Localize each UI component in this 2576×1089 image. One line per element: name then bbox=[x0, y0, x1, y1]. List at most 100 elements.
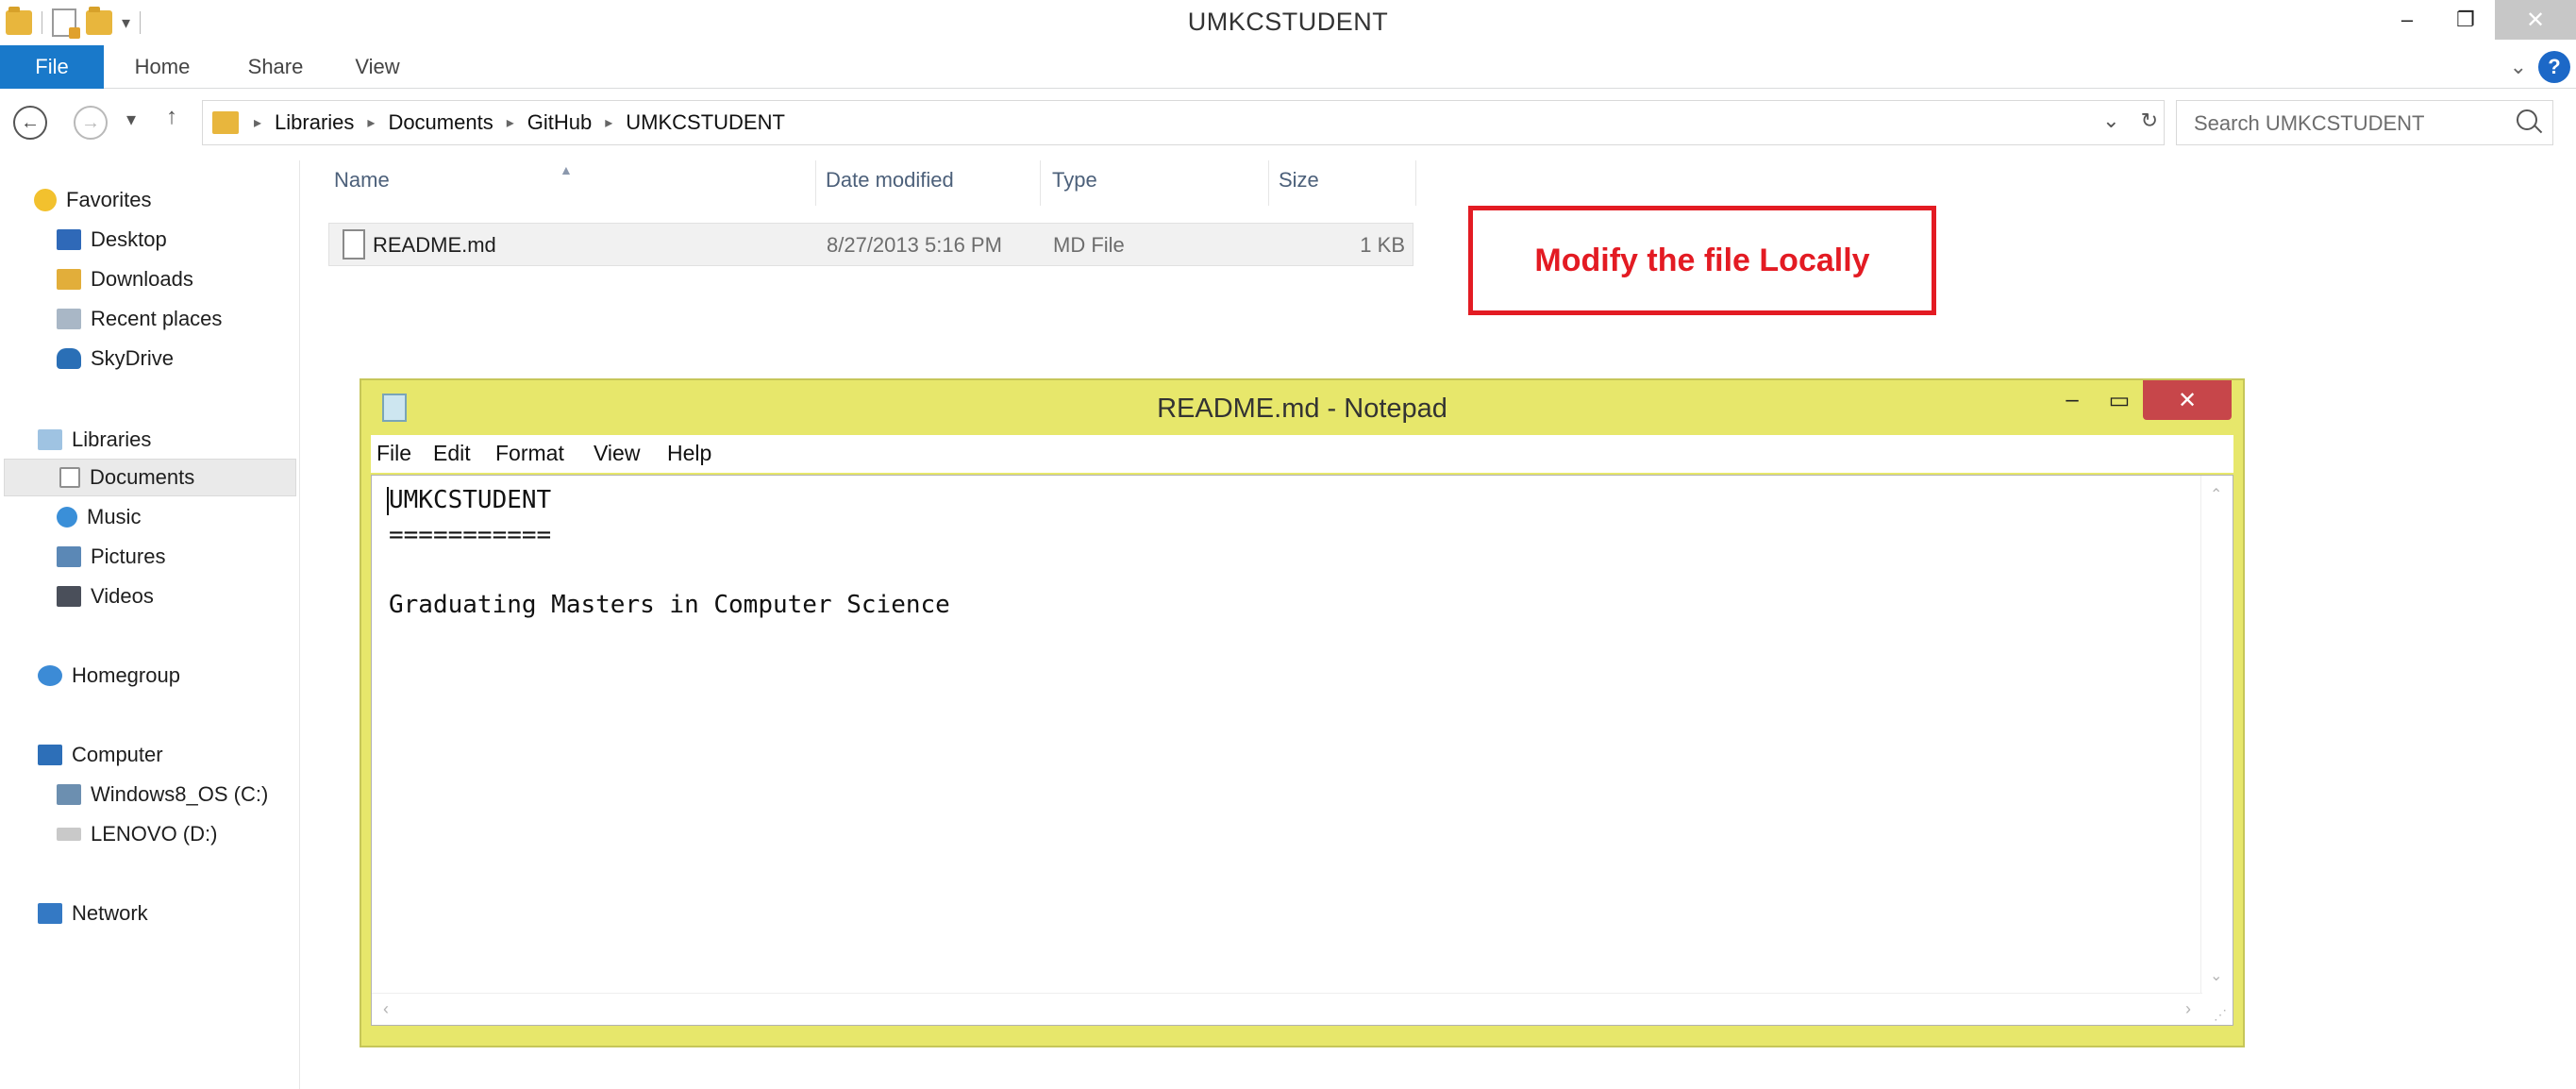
menu-help[interactable]: Help bbox=[667, 441, 711, 466]
column-header-name[interactable]: Name bbox=[334, 168, 390, 193]
sidebar-item-recent-places[interactable]: Recent places bbox=[57, 300, 222, 338]
breadcrumb-separator-icon: ▸ bbox=[506, 115, 514, 131]
sidebar-item-label: Network bbox=[72, 901, 148, 925]
expand-ribbon-icon[interactable]: ⌄ bbox=[2510, 55, 2527, 79]
ribbon-tabs: File Home Share View ⌄ ? bbox=[0, 45, 2576, 89]
resize-grip-icon[interactable]: ⋰ bbox=[2200, 993, 2233, 1025]
breadcrumb-separator-icon: ▸ bbox=[367, 115, 376, 131]
breadcrumb-github[interactable]: GitHub bbox=[527, 110, 592, 135]
sidebar-item-skydrive[interactable]: SkyDrive bbox=[57, 340, 174, 377]
column-divider[interactable] bbox=[1415, 160, 1416, 206]
notepad-title: README.md - Notepad bbox=[1157, 394, 1447, 424]
tab-home[interactable]: Home bbox=[117, 45, 208, 89]
horizontal-scrollbar[interactable]: ‹ › bbox=[372, 993, 2202, 1025]
tab-share[interactable]: Share bbox=[230, 45, 321, 89]
sort-ascending-icon: ▲ bbox=[560, 162, 573, 177]
notepad-text-area[interactable]: UMKCSTUDENT =========== Graduating Maste… bbox=[371, 475, 2233, 1026]
notepad-maximize-button[interactable]: ▭ bbox=[2096, 380, 2143, 420]
breadcrumb-separator-icon: ▸ bbox=[605, 115, 613, 131]
network-icon bbox=[38, 903, 62, 924]
music-icon bbox=[57, 507, 77, 528]
file-name: README.md bbox=[373, 233, 496, 257]
notepad-window-controls: – ▭ ✕ bbox=[2049, 380, 2232, 420]
column-header-size[interactable]: Size bbox=[1279, 168, 1319, 193]
sidebar-item-homegroup[interactable]: Homegroup bbox=[38, 657, 180, 695]
sidebar-item-label: Downloads bbox=[91, 267, 193, 291]
menu-format[interactable]: Format bbox=[495, 441, 564, 466]
navigation-row: ← → ▾ ↑ ▸ Libraries ▸ Documents ▸ GitHub… bbox=[0, 94, 2576, 153]
minimize-button[interactable]: – bbox=[2378, 0, 2436, 40]
sidebar-item-computer[interactable]: Computer bbox=[38, 736, 163, 774]
close-button[interactable]: ✕ bbox=[2495, 0, 2576, 40]
sidebar-item-label: Documents bbox=[90, 465, 195, 489]
folder-icon bbox=[212, 111, 239, 134]
drive-icon bbox=[57, 784, 81, 805]
menu-view[interactable]: View bbox=[594, 441, 640, 466]
sidebar-item-documents[interactable]: Documents bbox=[4, 459, 296, 496]
sidebar-item-label: LENOVO (D:) bbox=[91, 822, 218, 846]
sidebar-item-lenovo[interactable]: LENOVO (D:) bbox=[57, 815, 217, 853]
chevron-down-icon[interactable]: ⌄ bbox=[2102, 109, 2119, 133]
scroll-left-icon[interactable]: ‹ bbox=[383, 999, 389, 1019]
back-button[interactable]: ← bbox=[13, 106, 47, 140]
navigation-pane: Favorites Desktop Downloads Recent place… bbox=[0, 160, 300, 1089]
notepad-close-button[interactable]: ✕ bbox=[2143, 380, 2232, 420]
file-type: MD File bbox=[1053, 233, 1125, 257]
tab-file[interactable]: File bbox=[0, 45, 104, 89]
sidebar-item-favorites[interactable]: Favorites bbox=[34, 181, 151, 219]
sidebar-item-pictures[interactable]: Pictures bbox=[57, 538, 165, 576]
notepad-window: README.md - Notepad – ▭ ✕ File Edit Form… bbox=[360, 378, 2245, 1047]
search-box[interactable]: Search UMKCSTUDENT bbox=[2176, 100, 2553, 145]
sidebar-item-libraries[interactable]: Libraries bbox=[38, 421, 151, 459]
sidebar-item-label: SkyDrive bbox=[91, 346, 175, 370]
notepad-content[interactable]: UMKCSTUDENT =========== Graduating Maste… bbox=[389, 483, 950, 623]
breadcrumb-separator-icon: ▸ bbox=[254, 115, 262, 131]
menu-file[interactable]: File bbox=[376, 441, 411, 466]
refresh-icon[interactable]: ↻ bbox=[2141, 109, 2158, 133]
column-divider[interactable] bbox=[815, 160, 816, 206]
forward-button[interactable]: → bbox=[74, 106, 108, 140]
vertical-scrollbar[interactable]: ⌃ ⌄ bbox=[2200, 476, 2233, 993]
sidebar-item-label: Videos bbox=[91, 584, 154, 608]
address-bar[interactable]: ▸ Libraries ▸ Documents ▸ GitHub ▸ UMKCS… bbox=[202, 100, 2165, 145]
sidebar-item-label: Homegroup bbox=[72, 663, 180, 687]
breadcrumb-umkcstudent[interactable]: UMKCSTUDENT bbox=[626, 110, 785, 135]
tab-view[interactable]: View bbox=[340, 45, 415, 89]
sidebar-item-windows8-os[interactable]: Windows8_OS (C:) bbox=[57, 776, 268, 813]
search-input[interactable]: Search UMKCSTUDENT bbox=[2194, 111, 2424, 136]
column-header-type[interactable]: Type bbox=[1052, 168, 1097, 193]
file-icon bbox=[343, 229, 365, 260]
desktop-icon bbox=[57, 229, 81, 250]
window-title: UMKCSTUDENT bbox=[1187, 8, 1389, 36]
scroll-up-icon[interactable]: ⌃ bbox=[2210, 485, 2222, 504]
downloads-icon bbox=[57, 269, 81, 290]
restore-button[interactable]: ❐ bbox=[2436, 0, 2495, 40]
column-divider[interactable] bbox=[1268, 160, 1269, 206]
column-divider[interactable] bbox=[1040, 160, 1041, 206]
recent-locations-icon[interactable]: ▾ bbox=[126, 108, 136, 131]
breadcrumb-documents[interactable]: Documents bbox=[388, 110, 493, 135]
notepad-minimize-button[interactable]: – bbox=[2049, 380, 2096, 420]
sidebar-item-network[interactable]: Network bbox=[38, 895, 148, 932]
menu-edit[interactable]: Edit bbox=[433, 441, 471, 466]
sidebar-item-downloads[interactable]: Downloads bbox=[57, 260, 193, 298]
up-arrow-icon[interactable]: ↑ bbox=[166, 104, 177, 130]
scroll-right-icon[interactable]: › bbox=[2185, 999, 2191, 1019]
explorer-title-bar: ▾ UMKCSTUDENT – ❐ ✕ bbox=[0, 0, 2576, 45]
file-date-modified: 8/27/2013 5:16 PM bbox=[827, 233, 1002, 257]
sidebar-item-music[interactable]: Music bbox=[57, 498, 141, 536]
scroll-down-icon[interactable]: ⌄ bbox=[2210, 966, 2222, 985]
videos-icon bbox=[57, 586, 81, 607]
sidebar-item-label: Recent places bbox=[91, 307, 223, 330]
sidebar-item-videos[interactable]: Videos bbox=[57, 578, 154, 615]
cloud-icon bbox=[57, 348, 81, 369]
annotation-text: Modify the file Locally bbox=[1534, 242, 1870, 278]
breadcrumb-libraries[interactable]: Libraries bbox=[275, 110, 354, 135]
sidebar-item-desktop[interactable]: Desktop bbox=[57, 221, 167, 259]
sidebar-item-label: Computer bbox=[72, 743, 163, 766]
help-icon[interactable]: ? bbox=[2538, 51, 2570, 83]
sidebar-item-label: Windows8_OS (C:) bbox=[91, 782, 269, 806]
search-icon[interactable] bbox=[2517, 109, 2537, 130]
table-row[interactable]: README.md 8/27/2013 5:16 PM MD File 1 KB bbox=[328, 223, 1413, 266]
column-header-date-modified[interactable]: Date modified bbox=[826, 168, 954, 193]
